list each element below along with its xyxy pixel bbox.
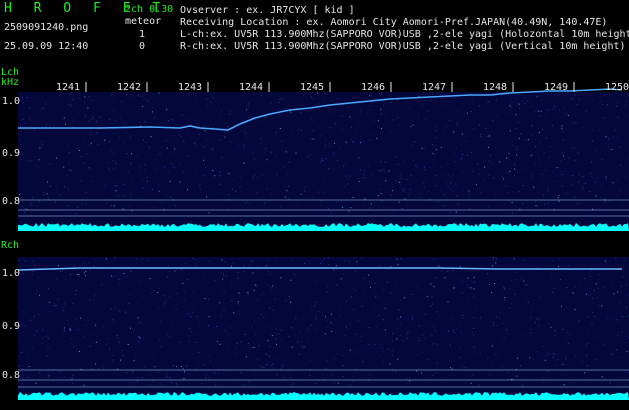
time-tick-label: 1248 xyxy=(483,82,507,93)
time-tick-label: 1243 xyxy=(178,82,202,93)
time-tick-label: 1246 xyxy=(361,82,385,93)
time-tick-label: 1241 xyxy=(56,82,80,93)
time-tick-label: 1245 xyxy=(300,82,324,93)
time-tick-label: 1247 xyxy=(422,82,446,93)
lch-unit: kHz xyxy=(1,77,19,88)
time-tick-label: 1249 xyxy=(544,82,568,93)
time-tick-label: 1244 xyxy=(239,82,263,93)
rch-freq-tick: 1.0 xyxy=(2,268,20,279)
rch-spectrogram xyxy=(18,257,629,400)
lch-freq-tick: 0.8 xyxy=(2,196,20,207)
time-tick-label: 1242 xyxy=(117,82,141,93)
rch-freq-tick: 0.8 xyxy=(2,370,20,381)
rch-label: Rch xyxy=(1,240,19,251)
lch-freq-tick: 0.9 xyxy=(2,148,20,159)
spectrogram-plot: Lch kHz Rch 1.0 0.9 0.8 1.0 0.9 0.8 1241… xyxy=(1,67,629,400)
rch-freq-tick: 0.9 xyxy=(2,321,20,332)
lch-freq-tick: 1.0 xyxy=(2,96,20,107)
time-axis: 1241 1242 1243 1244 1245 1246 1247 1248 1249 1250 xyxy=(56,82,629,93)
time-tick-label: 1250 xyxy=(605,82,629,93)
